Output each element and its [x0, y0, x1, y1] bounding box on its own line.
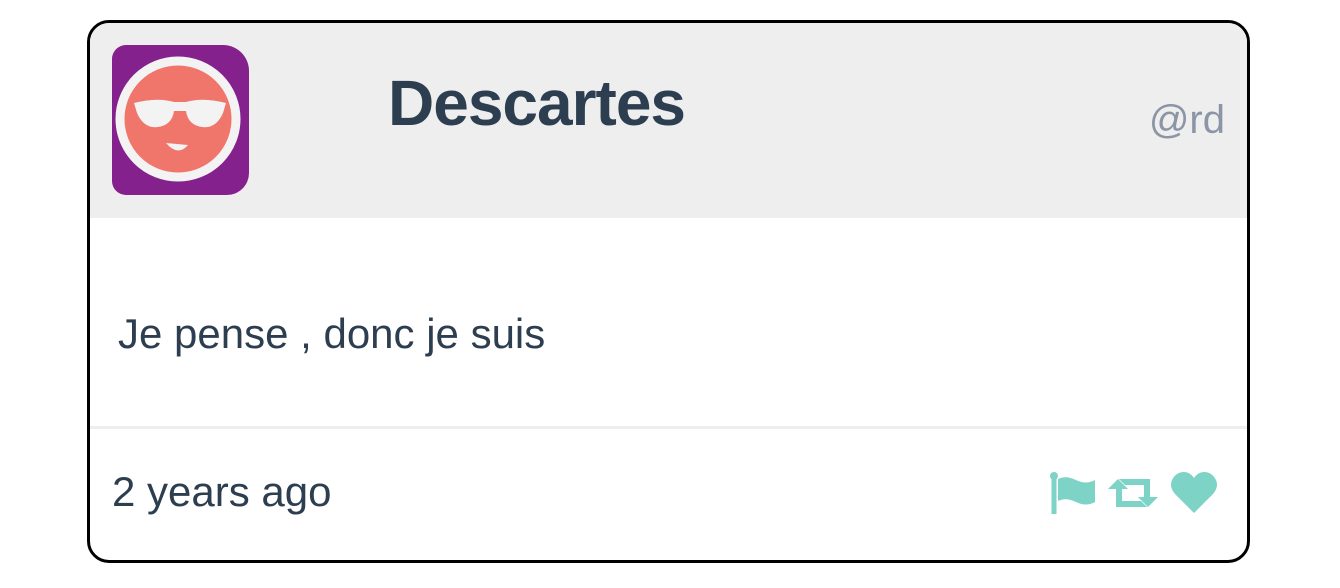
- heart-icon: [1171, 472, 1217, 513]
- tweet-message: Je pense , donc je suis: [118, 310, 546, 357]
- flag-button[interactable]: [1049, 471, 1097, 515]
- tweet-actions: [1039, 471, 1219, 515]
- avatar[interactable]: [112, 45, 249, 195]
- retweet-icon: [1108, 479, 1158, 507]
- tweet-timestamp: 2 years ago: [112, 468, 332, 515]
- like-button[interactable]: [1169, 471, 1219, 515]
- user-handle[interactable]: @rd: [1149, 95, 1225, 145]
- tweet-header: Descartes @rd: [90, 23, 1247, 218]
- tweet-card: Descartes @rd Je pense , donc je suis 2 …: [87, 20, 1250, 563]
- cool-face-sunglasses-icon: [115, 56, 241, 182]
- flag-icon: [1050, 472, 1095, 514]
- retweet-button[interactable]: [1107, 471, 1159, 515]
- divider: [90, 426, 1247, 429]
- user-name: Descartes: [388, 67, 686, 139]
